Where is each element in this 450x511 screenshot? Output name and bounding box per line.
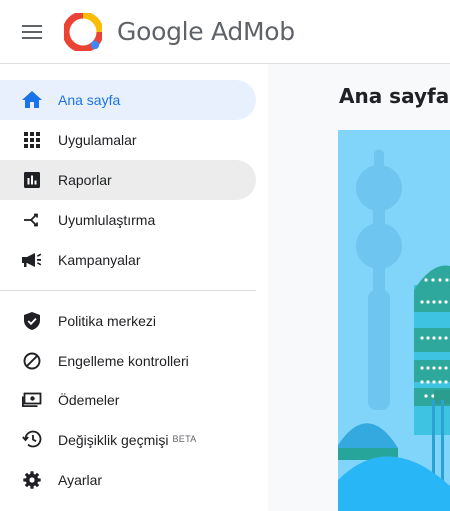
beta-badge: BETA <box>172 434 197 444</box>
sidebar-item-home[interactable]: Ana sayfa <box>0 80 256 120</box>
sidebar-item-label: Uyumlulaştırma <box>58 212 156 228</box>
sidebar-item-apps[interactable]: Uygulamalar <box>0 120 256 160</box>
page-title: Ana sayfa <box>339 84 450 108</box>
sidebar-item-policy-center[interactable]: Politika merkezi <box>0 301 256 341</box>
payments-icon <box>21 390 43 410</box>
sidebar-item-label: Engelleme kontrolleri <box>58 353 189 369</box>
history-icon <box>21 429 43 449</box>
sidebar-item-settings[interactable]: Ayarlar <box>0 460 256 500</box>
sidebar-item-label: Ayarlar <box>58 472 103 488</box>
policy-shield-icon <box>21 311 43 331</box>
brand-title[interactable]: Google AdMob <box>117 17 295 47</box>
sidebar-item-change-history[interactable]: Değişiklik geçmişi BETA <box>0 419 256 459</box>
mediation-merge-icon <box>21 210 43 230</box>
sidebar-item-label: Ödemeler <box>58 392 120 408</box>
sidebar-item-payments[interactable]: Ödemeler <box>0 380 256 420</box>
hamburger-menu-button[interactable] <box>14 14 50 50</box>
apps-grid-icon <box>21 130 43 150</box>
sidebar-item-label: Ana sayfa <box>58 92 121 108</box>
sidebar-item-blocking-controls[interactable]: Engelleme kontrolleri <box>0 341 256 381</box>
admob-logo-icon[interactable] <box>64 13 102 51</box>
change-history-label: Değişiklik geçmişi <box>58 432 169 448</box>
home-icon <box>21 90 43 110</box>
sidebar-item-label: Değişiklik geçmişi BETA <box>58 430 197 449</box>
sidebar-item-mediation[interactable]: Uyumlulaştırma <box>0 200 256 240</box>
top-app-bar: Google AdMob <box>0 0 450 64</box>
sidebar-nav: Ana sayfa Uygulamalar Raporlar Uyumlulaş… <box>0 64 268 511</box>
sidebar-item-reports[interactable]: Raporlar <box>0 160 256 200</box>
menu-icon <box>22 25 42 39</box>
blocking-icon <box>21 351 43 371</box>
settings-gear-icon <box>21 470 43 490</box>
reports-chart-icon <box>21 170 43 190</box>
main-content: Ana sayfa <box>268 64 450 511</box>
sidebar-item-label: Raporlar <box>58 172 112 188</box>
sidebar-item-label: Politika merkezi <box>58 313 157 329</box>
sidebar-divider <box>0 290 256 291</box>
sidebar-item-label: Kampanyalar <box>58 252 141 268</box>
sidebar-item-campaigns[interactable]: Kampanyalar <box>0 240 256 280</box>
campaign-megaphone-icon <box>21 250 43 270</box>
sidebar-item-label: Uygulamalar <box>58 132 137 148</box>
city-skyline-illustration <box>338 130 450 511</box>
